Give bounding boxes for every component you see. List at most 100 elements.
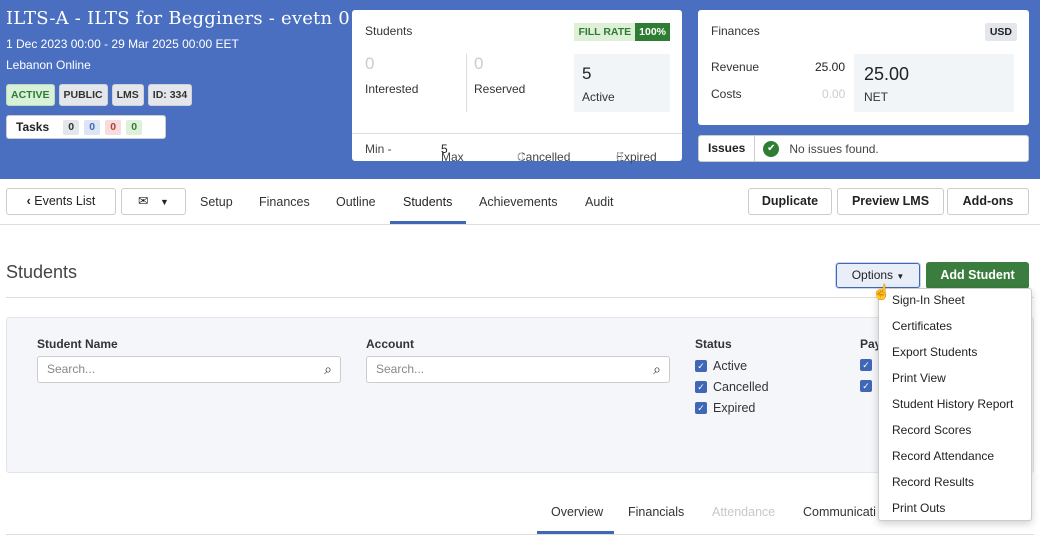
menu-item-sign-in-sheet[interactable]: Sign-In Sheet (892, 293, 965, 307)
status-option-label: Expired (713, 401, 756, 415)
net-box: 25.00 NET (854, 54, 1014, 112)
tab-outline[interactable]: Outline (336, 195, 376, 209)
cancelled-value: 0 (517, 150, 524, 164)
menu-item-record-attendance[interactable]: Record Attendance (892, 449, 994, 463)
tab-financials[interactable]: Financials (628, 505, 684, 519)
fill-rate-value: 100% (635, 23, 670, 41)
tasks-summary[interactable]: Tasks 0 0 0 0 (6, 115, 166, 139)
search-icon: ⌕ (324, 361, 332, 377)
menu-item-certificates[interactable]: Certificates (892, 319, 952, 333)
menu-item-export-students[interactable]: Export Students (892, 345, 977, 359)
section-title: Students (6, 262, 78, 282)
status-checkbox-cancelled[interactable]: ✓ Cancelled (695, 380, 769, 394)
revenue-label: Revenue (711, 60, 760, 74)
event-header: ILTS-A - ILTS for Begginers - evetn 0 1 … (0, 0, 1040, 179)
checkbox-checked-icon: ✓ (695, 360, 707, 372)
duplicate-button[interactable]: Duplicate (748, 188, 832, 215)
net-value: 25.00 (864, 64, 910, 84)
chevron-left-icon: ‹ (26, 194, 31, 208)
net-label: NET (864, 90, 888, 104)
email-dropdown-button[interactable]: ✉ ▼ (121, 188, 186, 215)
tab-communications[interactable]: Communicati (803, 505, 876, 519)
currency-badge: USD (984, 23, 1017, 41)
event-id-badge: ID: 334 (147, 84, 193, 106)
events-list-button[interactable]: ‹ Events List (6, 188, 116, 215)
revenue-value: 25.00 (815, 60, 846, 74)
task-count-blue[interactable]: 0 (84, 119, 101, 135)
finances-card-title: Finances (711, 24, 760, 38)
caret-down-icon: ▼ (160, 197, 169, 207)
event-title: ILTS-A - ILTS for Begginers - evetn 0 (6, 8, 350, 29)
active-tab-indicator (390, 221, 466, 224)
options-dropdown-menu: Sign-In Sheet Certificates Export Studen… (878, 288, 1032, 521)
checkbox-checked-icon: ✓ (860, 380, 872, 392)
stat-value: 0 (365, 54, 375, 73)
menu-item-record-scores[interactable]: Record Scores (892, 423, 971, 437)
account-search-input[interactable]: Search... ⌕ (366, 356, 670, 383)
task-count-grey[interactable]: 0 (63, 119, 80, 135)
cancelled-label: Cancelled (517, 150, 571, 164)
tab-students[interactable]: Students (403, 195, 452, 209)
tab-overview[interactable]: Overview (551, 505, 603, 519)
students-card-footer: Min - Max 5 Cancelled 0 Expired 0 (352, 133, 682, 164)
tab-audit[interactable]: Audit (585, 195, 614, 209)
stat-interested: 0 Interested (365, 54, 465, 112)
status-badge-lms: LMS (111, 84, 144, 106)
menu-item-print-view[interactable]: Print View (892, 371, 946, 385)
add-ons-button[interactable]: Add-ons (947, 188, 1029, 215)
status-checkbox-active[interactable]: ✓ Active (695, 359, 747, 373)
fill-rate-label: FILL RATE (574, 23, 636, 41)
menu-item-student-history-report[interactable]: Student History Report (892, 397, 1013, 411)
event-dates: 1 Dec 2023 00:00 - 29 Mar 2025 00:00 EET (6, 37, 239, 51)
issues-message: No issues found. (789, 141, 879, 156)
add-student-button[interactable]: Add Student (926, 262, 1029, 289)
task-count-red[interactable]: 0 (105, 119, 122, 135)
student-name-placeholder: Search... (47, 362, 96, 376)
student-name-search-input[interactable]: Search... ⌕ (37, 356, 341, 383)
subtab-divider (6, 534, 1034, 535)
preview-lms-button[interactable]: Preview LMS (837, 188, 944, 215)
stat-value: 5 (582, 64, 592, 83)
tasks-label: Tasks (16, 120, 50, 134)
stat-reserved: 0 Reserved (474, 54, 574, 112)
expired-value: 0 (616, 150, 623, 164)
stat-active: 5 Active (574, 54, 670, 112)
events-list-label: Events List (34, 194, 96, 208)
status-option-label: Cancelled (713, 380, 769, 394)
event-nav-bar: ‹ Events List ✉ ▼ Setup Finances Outline… (0, 180, 1040, 225)
issues-label: Issues (699, 136, 756, 161)
hand-pointer-icon: ☝ (872, 284, 891, 301)
checkbox-checked-icon: ✓ (695, 402, 707, 414)
payment-checkbox[interactable]: ✓ (860, 359, 878, 371)
stat-label: Interested (365, 82, 419, 96)
students-card-title: Students (365, 24, 413, 38)
status-badge-active: ACTIVE (6, 84, 55, 106)
stat-label: Reserved (474, 82, 526, 96)
payment-checkbox[interactable]: ✓ (860, 380, 878, 392)
divider (466, 54, 467, 112)
account-label: Account (366, 337, 414, 351)
status-label: Status (695, 337, 732, 351)
caret-down-icon: ▼ (896, 272, 905, 281)
options-label: Options (851, 268, 894, 282)
check-circle-icon: ✔ (763, 140, 780, 157)
max-label: Max (441, 150, 464, 164)
menu-item-record-results[interactable]: Record Results (892, 475, 974, 489)
envelope-icon: ✉ (138, 194, 149, 208)
tab-finances[interactable]: Finances (259, 195, 310, 209)
stat-label: Active (582, 90, 615, 104)
min-capacity: Min - (365, 142, 392, 156)
tab-achievements[interactable]: Achievements (479, 195, 558, 209)
tab-attendance[interactable]: Attendance (712, 505, 775, 519)
fill-rate-badge: FILL RATE 100% (574, 23, 670, 41)
finances-summary-card: Finances USD Revenue 25.00 Costs 0.00 25… (698, 10, 1029, 125)
tab-setup[interactable]: Setup (200, 195, 233, 209)
student-name-label: Student Name (37, 337, 118, 351)
checkbox-checked-icon: ✓ (695, 381, 707, 393)
status-checkbox-expired[interactable]: ✓ Expired (695, 401, 755, 415)
task-count-green[interactable]: 0 (126, 119, 143, 135)
costs-value: 0.00 (822, 87, 846, 101)
menu-item-print-outs[interactable]: Print Outs (892, 501, 945, 515)
event-location: Lebanon Online (6, 58, 91, 72)
status-badge-public: PUBLIC (58, 84, 108, 106)
